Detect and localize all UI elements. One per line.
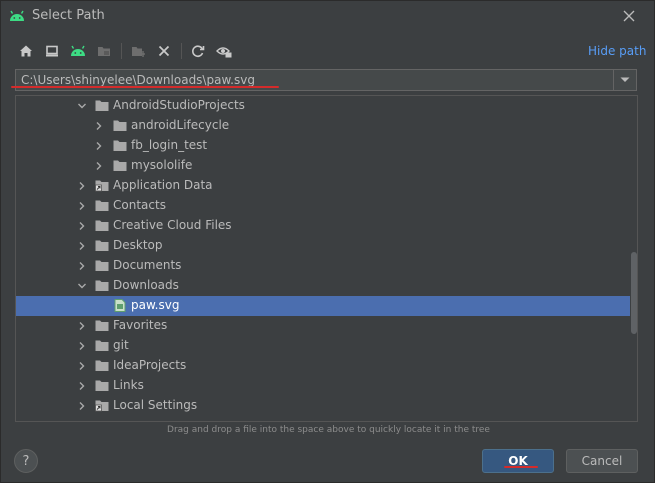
desktop-button[interactable]	[41, 40, 63, 62]
folder-icon	[113, 160, 127, 171]
chevron-right-icon[interactable]	[94, 121, 104, 131]
tree-item-label: fb_login_test	[131, 138, 208, 152]
refresh-icon	[192, 45, 205, 58]
tree-item-label: git	[113, 338, 129, 352]
folder-icon	[95, 380, 109, 391]
delete-icon	[158, 45, 170, 57]
tree-item-label: Local Settings	[113, 398, 198, 412]
tree-folder-row[interactable]: mysololife	[16, 156, 637, 176]
home-button[interactable]	[15, 40, 37, 62]
chevron-down-icon[interactable]	[77, 101, 87, 111]
select-path-dialog: Select Path Hide path C:\Users\shinyelee…	[0, 0, 655, 483]
chevron-right-icon[interactable]	[77, 401, 87, 411]
chevron-right-icon[interactable]	[94, 161, 104, 171]
chevron-right-icon[interactable]	[77, 381, 87, 391]
folder-icon	[113, 140, 127, 151]
dialog-title: Select Path	[32, 8, 105, 23]
show-hidden-button[interactable]	[213, 40, 235, 62]
folder-link-icon	[95, 180, 109, 192]
tree-item-label: paw.svg	[131, 298, 180, 312]
tree-item-label: AndroidStudioProjects	[113, 98, 245, 112]
tree-folder-row[interactable]: AndroidStudioProjects	[16, 96, 637, 116]
tree-folder-row[interactable]: fb_login_test	[16, 136, 637, 156]
chevron-right-icon[interactable]	[77, 201, 87, 211]
delete-button[interactable]	[153, 40, 175, 62]
close-icon[interactable]	[620, 7, 638, 25]
tree-item-label: Application Data	[113, 178, 213, 192]
tree-folder-row[interactable]: IdeaProjects	[16, 356, 637, 376]
desktop-icon	[46, 45, 58, 57]
toolbar-separator	[181, 43, 182, 59]
folder-icon	[95, 360, 109, 371]
tree-scrollbar[interactable]	[631, 252, 637, 334]
tree-item-label: Favorites	[113, 318, 168, 332]
chevron-right-icon[interactable]	[77, 221, 87, 231]
android-project-icon	[71, 45, 85, 56]
chevron-right-icon[interactable]	[94, 141, 104, 151]
folder-icon	[95, 100, 109, 111]
toolbar-separator	[121, 43, 122, 59]
show-hidden-icon	[216, 47, 232, 58]
folder-icon	[95, 320, 109, 331]
title-bar: Select Path	[1, 1, 654, 32]
hide-path-link[interactable]: Hide path	[588, 44, 646, 58]
folder-icon	[95, 260, 109, 271]
annotation-underline	[11, 86, 279, 88]
tree-folder-row[interactable]: Local Settings	[16, 396, 637, 416]
svg-file-icon	[114, 299, 126, 312]
android-icon	[10, 10, 24, 21]
path-dropdown-button[interactable]	[613, 70, 636, 90]
drag-drop-hint: Drag and drop a file into the space abov…	[167, 425, 490, 435]
new-folder-icon	[132, 47, 145, 57]
tree-item-label: Links	[113, 378, 144, 392]
file-tree: Local Settings Links IdeaProjects git Favori…	[15, 95, 638, 422]
help-button[interactable]: ?	[14, 449, 38, 473]
folder-icon	[95, 200, 109, 211]
toolbar	[15, 40, 239, 62]
tree-folder-row[interactable]: Creative Cloud Files	[16, 216, 637, 236]
home-icon	[20, 45, 32, 57]
cancel-button[interactable]: Cancel	[566, 449, 638, 473]
tree-folder-row[interactable]: Documents	[16, 256, 637, 276]
tree-folder-row[interactable]: Contacts	[16, 196, 637, 216]
tree-folder-row[interactable]: androidLifecycle	[16, 116, 637, 136]
tree-item-label: Documents	[113, 258, 182, 272]
refresh-button[interactable]	[187, 40, 209, 62]
folder-icon	[113, 120, 127, 131]
tree-item-label: Downloads	[113, 278, 179, 292]
chevron-right-icon[interactable]	[77, 241, 87, 251]
tree-folder-row[interactable]: git	[16, 336, 637, 356]
annotation-underline	[504, 466, 538, 468]
chevron-right-icon[interactable]	[77, 321, 87, 331]
chevron-right-icon[interactable]	[77, 341, 87, 351]
tree-folder-row[interactable]: Application Data	[16, 176, 637, 196]
tree-item-label: IdeaProjects	[113, 358, 187, 372]
chevron-right-icon[interactable]	[77, 361, 87, 371]
chevron-right-icon[interactable]	[77, 261, 87, 271]
tree-item-label: mysololife	[131, 158, 193, 172]
folder-icon	[95, 220, 109, 231]
android-project-button[interactable]	[67, 40, 89, 62]
tree-folder-row[interactable]: Desktop	[16, 236, 637, 256]
ok-button[interactable]: OK	[482, 449, 554, 473]
tree-file-row[interactable]: paw.svg	[16, 296, 630, 316]
folder-icon	[95, 340, 109, 351]
folder-link-icon	[95, 400, 109, 412]
tree-item-label: Creative Cloud Files	[113, 218, 232, 232]
chevron-down-icon	[620, 77, 630, 82]
tree-folder-row[interactable]: Downloads	[16, 276, 637, 296]
tree-folder-row[interactable]: Favorites	[16, 316, 637, 336]
module-icon	[98, 47, 110, 56]
tree-item-label: androidLifecycle	[131, 118, 230, 132]
folder-icon	[95, 280, 109, 291]
chevron-right-icon[interactable]	[77, 181, 87, 191]
tree-item-label: Desktop	[113, 238, 163, 252]
folder-icon	[95, 240, 109, 251]
new-folder-button[interactable]	[127, 40, 149, 62]
module-button[interactable]	[93, 40, 115, 62]
chevron-down-icon[interactable]	[77, 281, 87, 291]
tree-item-label: Contacts	[113, 198, 166, 212]
tree-folder-row[interactable]: Links	[16, 376, 637, 396]
